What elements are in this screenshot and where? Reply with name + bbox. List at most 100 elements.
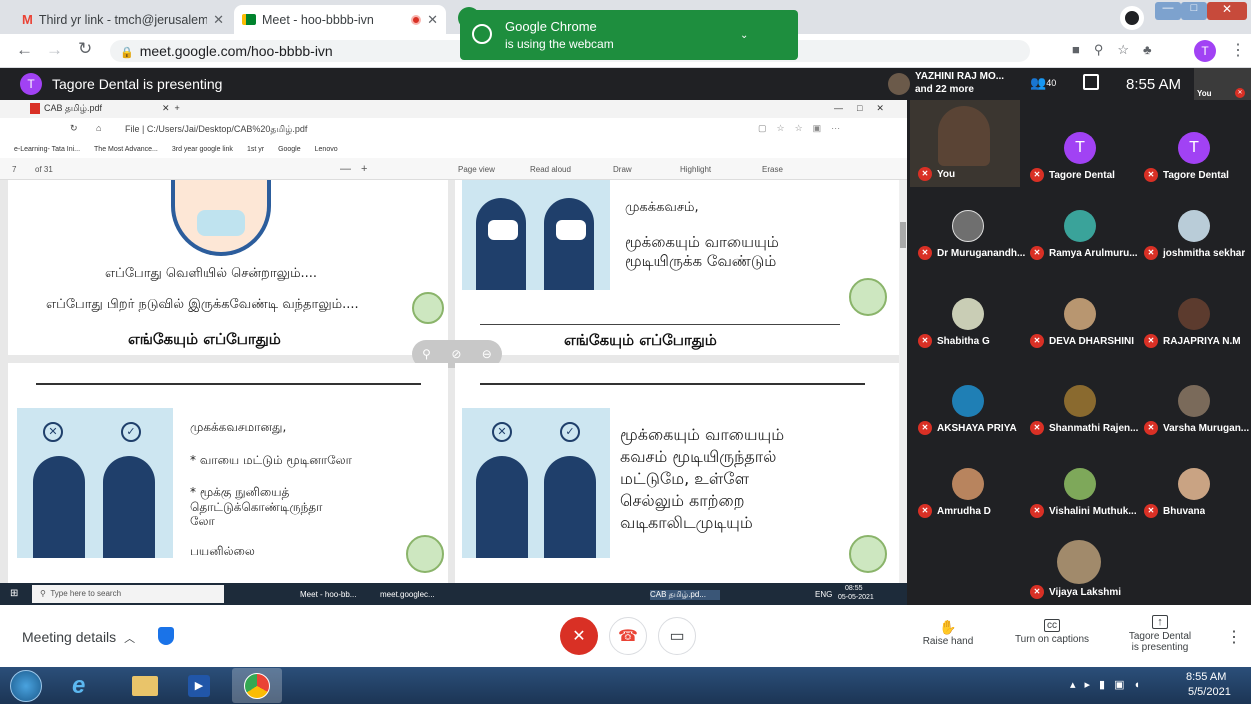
participant-tile[interactable]: ✕ AKSHAYA PRIYA bbox=[910, 375, 1024, 441]
mic-toggle-button[interactable]: ✕ bbox=[560, 617, 598, 655]
maximize-button[interactable]: □ bbox=[1181, 2, 1207, 20]
participant-tile[interactable]: ✕ DEVA DHARSHINI bbox=[1022, 288, 1136, 354]
media-player-icon[interactable]: ▶ bbox=[188, 675, 210, 697]
end-call-button[interactable]: ☎ bbox=[609, 617, 647, 655]
participant-tile[interactable]: ✕ Dr Muruganandh... bbox=[910, 200, 1025, 266]
hand-icon: ✋ bbox=[939, 619, 957, 635]
participant-tile[interactable]: ✕ Shabitha G bbox=[910, 288, 1024, 354]
mic-off-icon: ✕ bbox=[1030, 585, 1044, 599]
zoom-controls[interactable]: —+ bbox=[340, 163, 377, 175]
ie-icon[interactable]: e bbox=[72, 672, 85, 700]
shared-win-taskbar: ⊞ ⚲ Type here to search Meet - hoo-bb...… bbox=[0, 583, 907, 605]
read-aloud-button[interactable]: Read aloud bbox=[530, 165, 571, 174]
pdf-scrollbar[interactable] bbox=[899, 180, 907, 583]
tab-gmail[interactable]: M Third yr link - tmch@jerusalemer ✕ bbox=[14, 5, 232, 34]
window-controls[interactable]: —□✕ bbox=[834, 103, 898, 114]
minimize-icon[interactable]: ⊖ bbox=[482, 347, 492, 361]
bookmark[interactable]: Lenovo bbox=[315, 146, 338, 153]
presenting-line2: is presenting bbox=[1131, 642, 1189, 653]
mic-off-icon: ✕ bbox=[918, 246, 932, 260]
nav-icons[interactable]: ↻ ⌂ bbox=[70, 123, 109, 134]
webcam-icon bbox=[472, 24, 492, 44]
people-button[interactable]: 👥 40 bbox=[1030, 75, 1056, 91]
browser-icons[interactable]: ▢☆☆▣⋯ bbox=[758, 123, 850, 134]
erase-button[interactable]: Erase bbox=[762, 165, 783, 174]
file-explorer-icon[interactable] bbox=[132, 676, 158, 696]
chevron-down-icon[interactable]: ⌄ bbox=[740, 30, 748, 41]
taskbar-app[interactable]: meet.googlec... bbox=[380, 590, 450, 599]
speaker-name: YAZHINI RAJ MO... bbox=[915, 71, 1005, 82]
taskbar-app[interactable]: CAB தமிழ்.pd... bbox=[650, 590, 720, 600]
profile-avatar[interactable]: T bbox=[1194, 40, 1216, 62]
system-tray[interactable]: ▴▸▮▣◖ bbox=[1070, 678, 1149, 691]
taskbar-app[interactable]: Meet - hoo-bb... bbox=[300, 590, 370, 599]
participant-tile[interactable]: ✕ Bhuvana bbox=[1136, 458, 1250, 524]
tab-search-button[interactable] bbox=[1120, 6, 1144, 30]
tab-title: Third yr link - tmch@jerusalemer bbox=[38, 12, 208, 27]
reload-icon[interactable]: ↻ bbox=[78, 39, 92, 59]
participant-name: ✕ Dr Muruganandh... bbox=[918, 246, 1025, 260]
tn-emblem-icon bbox=[406, 535, 444, 573]
mic-off-icon: ✕ bbox=[1030, 421, 1044, 435]
more-options-icon[interactable]: ⋮ bbox=[1226, 627, 1242, 647]
tab-meet[interactable]: Meet - hoo-bbbb-ivn ✕ bbox=[234, 5, 446, 34]
self-preview: You ✕ bbox=[1194, 68, 1251, 100]
captions-button[interactable]: cc Turn on captions bbox=[1012, 619, 1092, 645]
slide4-line2: கவசம் மூடியிருந்தால் bbox=[620, 447, 777, 466]
chrome-icon bbox=[244, 673, 270, 699]
windows-start-icon[interactable]: ⊞ bbox=[10, 588, 18, 599]
tray-date: 5/5/2021 bbox=[1188, 686, 1231, 698]
participant-tile[interactable]: ✕ RAJAPRIYA N.M bbox=[1136, 288, 1250, 354]
highlight-button[interactable]: Highlight bbox=[680, 165, 711, 174]
forward-icon[interactable]: → bbox=[46, 40, 63, 60]
draw-button[interactable]: Draw bbox=[613, 165, 632, 174]
participant-name: ✕ joshmitha sekhar bbox=[1144, 246, 1245, 260]
bookmark[interactable]: The Most Advance... bbox=[94, 146, 158, 153]
windows-start-button[interactable] bbox=[10, 670, 42, 702]
shared-bookmarks: e-Learning- Tata Ini... The Most Advance… bbox=[0, 140, 907, 158]
present-button[interactable]: ↑ Tagore Dental is presenting bbox=[1120, 615, 1200, 653]
participant-tile[interactable]: ✕ Varsha Murugan... bbox=[1136, 375, 1250, 441]
chat-icon[interactable] bbox=[1083, 74, 1099, 90]
participant-tile[interactable]: ✕ joshmitha sekhar bbox=[1136, 200, 1250, 266]
hide-icon[interactable]: ⊘ bbox=[451, 347, 461, 361]
participant-tile[interactable]: ✕ Vijaya Lakshmi bbox=[1022, 535, 1136, 605]
close-tab-icon[interactable]: ✕ bbox=[213, 12, 224, 28]
bookmark[interactable]: e-Learning- Tata Ini... bbox=[14, 146, 80, 153]
participant-name: ✕ Shanmathi Rajen... bbox=[1030, 421, 1138, 435]
avatar bbox=[1178, 468, 1210, 500]
participant-grid: ✕ You T ✕ Tagore Dental T ✕ Tagore Dental ✕… bbox=[907, 100, 1251, 605]
participant-tile[interactable]: T ✕ Tagore Dental bbox=[1136, 122, 1250, 188]
chrome-taskbar-button[interactable] bbox=[232, 668, 282, 703]
presenter-avatar: T bbox=[20, 73, 42, 95]
close-pdf-tab-icon[interactable]: ✕ + bbox=[162, 103, 180, 114]
close-window-button[interactable]: ✕ bbox=[1207, 2, 1247, 20]
raise-hand-button[interactable]: ✋ Raise hand bbox=[918, 619, 978, 647]
participant-tile[interactable]: T ✕ Tagore Dental bbox=[1022, 122, 1136, 188]
participant-tile[interactable]: ✕ Amrudha D bbox=[910, 458, 1024, 524]
taskbar-date: 05-05-2021 bbox=[838, 594, 874, 601]
bookmark[interactable]: 3rd year google link bbox=[172, 146, 233, 153]
tn-emblem-icon bbox=[849, 278, 887, 316]
extension-icons[interactable]: ■⚲☆♣ bbox=[1072, 42, 1166, 58]
minimize-button[interactable]: — bbox=[1155, 2, 1181, 20]
bookmark[interactable]: 1st yr bbox=[247, 146, 264, 153]
bookmark[interactable]: Google bbox=[278, 146, 301, 153]
shared-search-box[interactable]: ⚲ Type here to search bbox=[32, 585, 224, 603]
menu-icon[interactable]: ⋮ bbox=[1230, 40, 1246, 60]
camera-toggle-button[interactable]: ▭ bbox=[658, 617, 696, 655]
slide1-line1: எப்போது வெளியில் சென்றாலும்.... bbox=[105, 266, 318, 281]
participant-tile[interactable]: ✕ Ramya Arulmuru... bbox=[1022, 200, 1138, 266]
shield-icon[interactable] bbox=[158, 627, 174, 645]
back-icon[interactable]: ← bbox=[16, 40, 33, 60]
participant-tile[interactable]: ✕ Shanmathi Rajen... bbox=[1022, 375, 1138, 441]
participant-tile-self[interactable]: ✕ You bbox=[910, 100, 1020, 187]
participant-tile[interactable]: ✕ Vishalini Muthuk... bbox=[1022, 458, 1137, 524]
lock-icon: 🔒 bbox=[120, 47, 134, 59]
page-number[interactable]: 7 bbox=[12, 165, 16, 174]
close-tab-icon[interactable]: ✕ bbox=[427, 12, 438, 28]
avatar: T bbox=[1064, 132, 1096, 164]
page-view-button[interactable]: Page view bbox=[458, 165, 495, 174]
pin-icon[interactable]: ⚲ bbox=[422, 347, 431, 361]
meeting-details-button[interactable]: Meeting details ︿ bbox=[22, 629, 135, 646]
